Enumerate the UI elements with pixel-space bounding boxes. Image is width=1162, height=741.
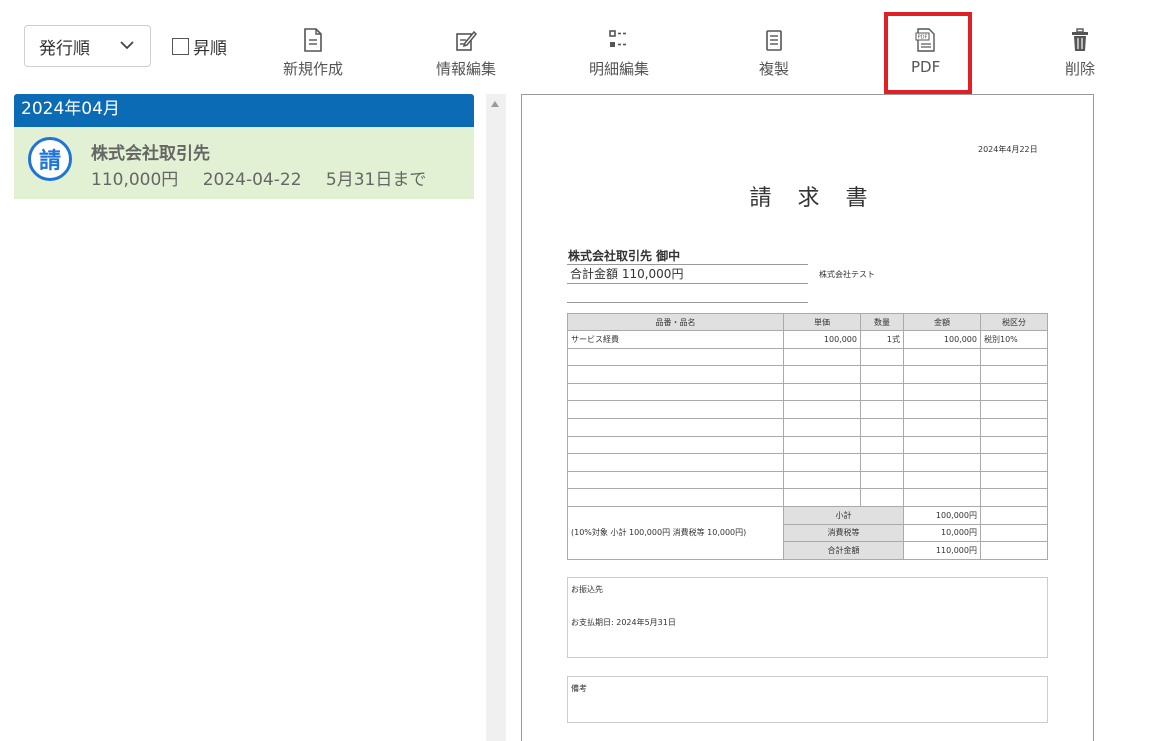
doc-divider [567,302,808,303]
cell-name: サービス経費 [567,330,784,349]
chevron-down-icon [120,41,134,50]
tax-note: (10%対象 小計 100,000円 消費税等 10,000円) [567,505,784,560]
info-edit-button[interactable]: 情報編集 [436,28,496,79]
table-row: サービス経費 100,000 1式 100,000 税別10% [567,330,1048,349]
table-row [567,417,1048,437]
detail-edit-button[interactable]: 明細編集 [589,28,649,79]
table-row [567,453,1048,472]
scroll-up-arrow-icon[interactable] [491,101,499,107]
subtotal-row: (10%対象 小計 100,000円 消費税等 10,000円) 小計 100,… [567,505,1048,560]
list-edit-icon [609,30,626,47]
doc-title: 請求書 [749,186,894,211]
delete-button[interactable]: 削除 [1065,28,1095,79]
invoice-icon: 請 [28,137,72,181]
item-amount: 110,000円 [91,170,179,190]
pdf-highlight-frame [884,12,972,94]
month-header: 2024年04月 [14,94,474,127]
new-document-icon [304,28,322,52]
trash-icon [1072,28,1088,51]
copy-icon [766,30,782,51]
delete-label: 削除 [1065,60,1096,78]
cell-amount: 100,000 [903,330,981,349]
list-item[interactable]: 請 株式会社取引先 110,000円 2024-04-22 5月31日まで [14,127,474,199]
bank-info-box: お振込先 お支払期日: 2024年5月31日 [567,577,1048,658]
detail-edit-label: 明細編集 [589,60,650,78]
remarks-box: 備考 [567,676,1048,723]
bank-label: お振込先 [571,585,603,594]
cell-tax: 税別10% [980,330,1048,349]
table-header-row: 品番・品名 単価 数量 金額 税区分 [567,313,1048,331]
subtotal-label: 小計 [783,505,904,525]
table-row [567,400,1048,419]
cell-price: 100,000 [783,330,861,349]
header-name: 品番・品名 [567,313,784,331]
list-scrollbar[interactable] [486,94,506,741]
payment-due: お支払期日: 2024年5月31日 [571,618,676,627]
doc-date: 2024年4月22日 [978,145,1038,154]
grand-total-label: 合計金額 [783,541,904,560]
copy-label: 複製 [759,60,790,78]
line-items-table: 品番・品名 単価 数量 金額 税区分 サービス経費 100,000 1式 100… [567,313,1048,560]
table-row [567,347,1048,367]
tax-value: 10,000円 [903,523,981,543]
info-edit-label: 情報編集 [436,60,497,78]
tax-label: 消費税等 [783,523,904,543]
item-due: 5月31日まで [325,170,427,190]
table-row [567,382,1048,402]
item-meta: 110,000円 2024-04-22 5月31日まで [91,165,445,190]
invoice-preview: 2024年4月22日 請求書 株式会社取引先 御中 合計金額 110,000円 … [521,94,1094,741]
item-client-name: 株式会社取引先 [91,144,210,164]
copy-button[interactable]: 複製 [759,28,789,79]
edit-pencil-icon [456,30,477,51]
table-row [567,365,1048,384]
subtotal-value: 100,000円 [903,505,981,525]
cell-qty: 1式 [860,330,904,349]
ascending-checkbox[interactable] [172,38,189,55]
sort-order-select[interactable]: 発行順 [24,25,151,67]
sort-order-value: 発行順 [39,38,90,59]
ascending-label: 昇順 [193,39,227,59]
doc-issuer: 株式会社テスト [819,270,875,279]
header-amount: 金額 [903,313,981,331]
grand-total-value: 110,000円 [903,541,981,560]
item-date: 2024-04-22 [202,170,302,190]
table-row [567,435,1048,455]
table-row [567,488,1048,507]
ascending-toggle[interactable]: 昇順 [172,34,227,59]
new-button[interactable]: 新規作成 [283,28,343,79]
header-qty: 数量 [860,313,904,331]
doc-total: 合計金額 110,000円 [567,264,808,284]
new-label: 新規作成 [283,60,344,78]
invoice-list: 2024年04月 請 株式会社取引先 110,000円 2024-04-22 5… [14,94,474,741]
table-row [567,470,1048,490]
doc-recipient: 株式会社取引先 御中 [568,249,681,263]
header-tax: 税区分 [980,313,1048,331]
header-price: 単価 [783,313,861,331]
remarks-label: 備考 [571,684,587,693]
